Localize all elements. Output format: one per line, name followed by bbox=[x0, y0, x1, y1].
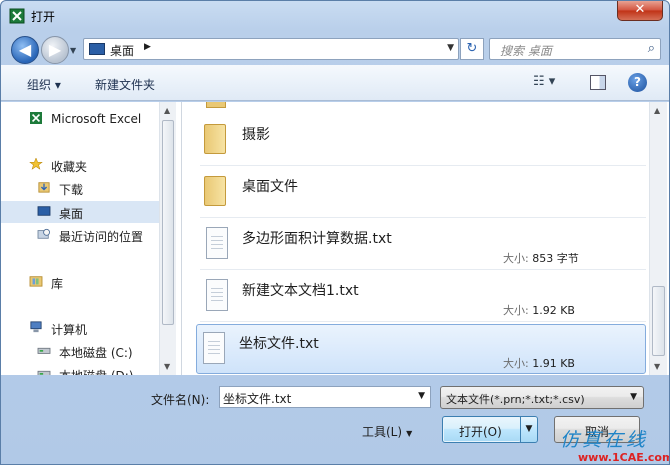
organize-button[interactable]: 组织 ▾ bbox=[27, 76, 61, 93]
watermark-logo: 仿真在线 www.1CAE.com bbox=[554, 423, 669, 464]
folder-icon bbox=[206, 102, 226, 108]
library-icon bbox=[29, 276, 43, 287]
recent-places-icon bbox=[37, 228, 50, 239]
filename-value[interactable]: 坐标文件.txt bbox=[223, 390, 291, 407]
address-location[interactable]: 桌面 bbox=[110, 42, 134, 59]
nav-item-excel[interactable]: Microsoft Excel bbox=[1, 108, 159, 130]
excel-icon bbox=[30, 112, 42, 124]
nav-item-label: 下载 bbox=[59, 183, 84, 197]
folder-icon bbox=[204, 124, 226, 154]
scroll-down-icon[interactable]: ▼ bbox=[654, 362, 660, 371]
file-size: 大小: 853 字节 bbox=[503, 252, 579, 265]
list-item-file-selected[interactable]: 坐标文件.txt 大小: 1.91 KB bbox=[196, 324, 646, 374]
list-item-folder[interactable]: 桌面文件 bbox=[200, 168, 646, 218]
watermark-url: www.1CAE.com bbox=[578, 451, 670, 464]
nav-item-computer[interactable]: 计算机 bbox=[1, 317, 159, 339]
search-input[interactable]: 搜索 桌面 ⌕ bbox=[489, 38, 661, 60]
text-file-icon bbox=[203, 332, 225, 364]
scroll-up-icon[interactable]: ▲ bbox=[654, 106, 660, 115]
nav-item-label: 桌面 bbox=[59, 207, 84, 221]
star-icon bbox=[29, 158, 43, 170]
address-bar[interactable]: 桌面 ▶ ▼ bbox=[83, 38, 459, 60]
list-item-file[interactable]: 多边形面积计算数据.txt 大小: 853 字节 bbox=[200, 220, 646, 270]
open-button-label: 打开(O) bbox=[459, 425, 502, 439]
title-bar: 打开 ✕ bbox=[1, 1, 669, 31]
close-button[interactable]: ✕ bbox=[617, 1, 663, 21]
downloads-icon bbox=[38, 182, 50, 193]
filetype-select[interactable]: 文本文件(*.prn;*.txt;*.csv) ▼ bbox=[440, 386, 644, 409]
filename-label: 文件名(N): bbox=[151, 393, 210, 407]
desktop-icon bbox=[89, 43, 105, 55]
file-scroll-thumb[interactable] bbox=[652, 286, 665, 356]
recent-pages-dropdown[interactable]: ▼ bbox=[70, 46, 80, 56]
filename-field[interactable]: 坐标文件.txt ▼ bbox=[219, 386, 431, 408]
back-button[interactable]: ◀ bbox=[11, 36, 39, 64]
tools-menu-button[interactable]: 工具(L) ▼ bbox=[362, 423, 412, 440]
file-name: 新建文本文档1.txt bbox=[242, 283, 359, 299]
search-placeholder: 搜索 桌面 bbox=[500, 44, 552, 58]
nav-item-drive-d[interactable]: 本地磁盘 (D:) bbox=[1, 363, 159, 375]
nav-item-drive-c[interactable]: 本地磁盘 (C:) bbox=[1, 340, 159, 362]
file-size: 大小: 1.91 KB bbox=[503, 357, 575, 370]
text-file-icon bbox=[206, 227, 228, 259]
new-folder-button[interactable]: 新建文件夹 bbox=[95, 76, 155, 93]
nav-item-libraries[interactable]: 库 bbox=[1, 271, 159, 293]
open-file-dialog: 打开 ✕ ◀ ▶ ▼ 桌面 ▶ ▼ ↻ 搜索 桌面 ⌕ 组织 ▾ 新建文件夹 ☷… bbox=[0, 0, 670, 465]
desktop-icon bbox=[37, 206, 51, 216]
filetype-value: 文本文件(*.prn;*.txt;*.csv) bbox=[446, 393, 585, 406]
nav-item-downloads[interactable]: 下载 bbox=[1, 177, 159, 199]
drive-icon bbox=[37, 370, 51, 375]
address-dropdown-icon[interactable]: ▼ bbox=[447, 43, 454, 53]
breadcrumb-arrow-icon[interactable]: ▶ bbox=[144, 42, 151, 52]
drive-icon bbox=[37, 347, 51, 354]
help-icon[interactable]: ? bbox=[628, 73, 647, 92]
folder-icon bbox=[204, 176, 226, 206]
nav-item-label: Microsoft Excel bbox=[51, 112, 142, 126]
nav-scroll-thumb[interactable] bbox=[162, 120, 174, 325]
text-file-icon bbox=[206, 279, 228, 311]
forward-button[interactable]: ▶ bbox=[41, 36, 69, 64]
file-list: 摄影 桌面文件 多边形面积计算数据.txt 大小: 853 字节 新建文本文档1… bbox=[181, 102, 669, 375]
refresh-button[interactable]: ↻ bbox=[460, 38, 484, 60]
scroll-down-icon[interactable]: ▼ bbox=[164, 362, 170, 371]
nav-item-label: 本地磁盘 (C:) bbox=[59, 346, 133, 360]
nav-pane-scrollbar[interactable]: ▲ ▼ bbox=[159, 102, 176, 375]
file-name: 坐标文件.txt bbox=[239, 336, 319, 352]
watermark-title: 仿真在线 bbox=[560, 429, 649, 451]
list-item-folder[interactable]: 摄影 bbox=[200, 116, 646, 166]
chevron-down-icon: ▼ bbox=[406, 429, 413, 438]
nav-item-desktop[interactable]: 桌面 bbox=[1, 201, 159, 223]
nav-item-label: 本地磁盘 (D:) bbox=[59, 367, 133, 375]
search-icon[interactable]: ⌕ bbox=[648, 41, 655, 56]
window-title: 打开 bbox=[31, 10, 56, 24]
open-options-dropdown[interactable]: ▼ bbox=[520, 416, 538, 443]
change-view-button[interactable]: ☷ ▾ bbox=[533, 74, 569, 92]
navigation-pane: Microsoft Excel 收藏夹 下载 桌面 最近访问的位置 库 计算机 bbox=[1, 102, 181, 375]
file-size: 大小: 1.92 KB bbox=[503, 304, 575, 317]
open-button[interactable]: 打开(O) bbox=[442, 416, 522, 443]
nav-item-label: 最近访问的位置 bbox=[59, 230, 144, 244]
preview-pane-icon[interactable] bbox=[590, 75, 606, 90]
nav-item-recent-places[interactable]: 最近访问的位置 bbox=[1, 224, 159, 246]
list-item-file[interactable]: 新建文本文档1.txt 大小: 1.92 KB bbox=[200, 272, 646, 322]
scroll-up-icon[interactable]: ▲ bbox=[164, 106, 170, 115]
file-name: 摄影 bbox=[242, 127, 270, 143]
file-list-scrollbar[interactable]: ▲ ▼ bbox=[649, 102, 667, 375]
chevron-down-icon[interactable]: ▼ bbox=[418, 391, 425, 401]
nav-item-label: 库 bbox=[51, 277, 64, 291]
excel-app-icon bbox=[9, 8, 25, 24]
file-name: 桌面文件 bbox=[242, 179, 298, 195]
computer-icon bbox=[30, 321, 42, 333]
nav-item-label: 收藏夹 bbox=[51, 160, 88, 174]
chevron-down-icon[interactable]: ▼ bbox=[630, 392, 637, 402]
toolbar: 组织 ▾ 新建文件夹 ☷ ▾ ? bbox=[1, 65, 669, 101]
file-name: 多边形面积计算数据.txt bbox=[242, 231, 392, 247]
nav-item-favorites[interactable]: 收藏夹 bbox=[1, 154, 159, 176]
nav-item-label: 计算机 bbox=[51, 323, 88, 337]
